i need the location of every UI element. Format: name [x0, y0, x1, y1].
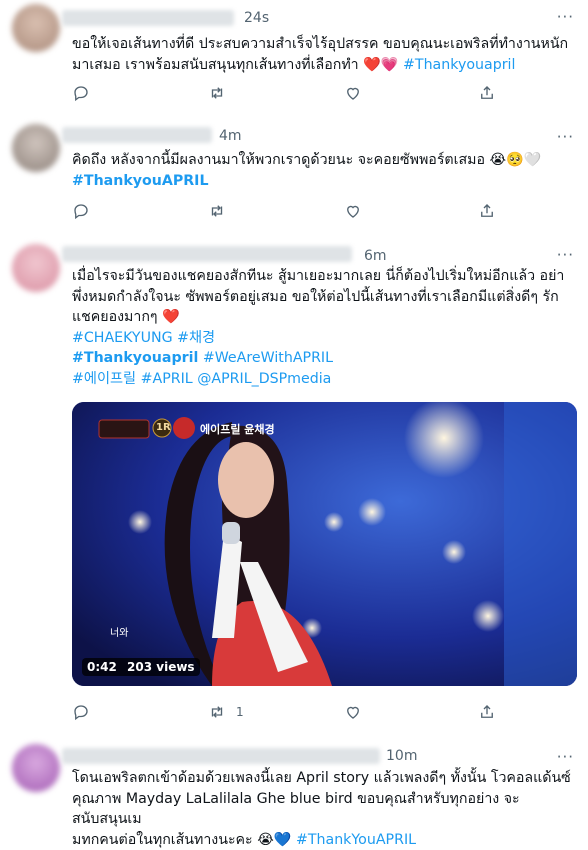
share-button[interactable]: [478, 84, 496, 102]
tweet-3[interactable]: 6m ··· เมื่อไรจะมีวันของแชคยองสักทีนะ สู…: [0, 234, 588, 737]
retweet-icon: [208, 84, 226, 102]
tweet-text-line: คิดถึง หลังจากนี้มีผลงานมาให้พวกเราดูด้ว…: [72, 150, 572, 171]
tweet-actions: 1: [72, 703, 504, 723]
avatar[interactable]: [12, 744, 60, 792]
tweet-text-segment: มาเสมอ เราพร้อมสนับสนุนทุกเส้นทางที่เลือ…: [72, 57, 359, 73]
reply-button[interactable]: [72, 703, 90, 721]
hashtag-link[interactable]: #ThankyouAPRIL: [72, 171, 572, 192]
video-duration: 0:42: [87, 660, 117, 674]
hashtag-link[interactable]: #WeAreWithAPRIL: [198, 350, 333, 366]
tweet-time[interactable]: 6m: [364, 248, 387, 264]
tweet-text-line: มทกคนต่อในทุกเส้นทางนะคะ 😭💙 #ThankYouAPR…: [72, 830, 572, 850]
author-name-blurred[interactable]: [62, 127, 212, 143]
heart-icon: [344, 703, 362, 721]
more-dots-icon[interactable]: ···: [557, 128, 574, 146]
retweet-button[interactable]: [208, 84, 226, 102]
tweet-text-line: โดนเอพริลตกเข้าด้อมด้วยเพลงนี้เลย April …: [72, 768, 572, 789]
tweet-text-line: เมื่อไรจะมีวันของแชคยองสักทีนะ สู้มาเยอะ…: [72, 266, 572, 287]
tweet-text-line: คุณภาพ Mayday LaLalilala Ghe blue bird ข…: [72, 789, 572, 830]
tweet-text-line: แชคยองมากๆ ❤️: [72, 307, 572, 328]
more-dots-icon[interactable]: ···: [557, 8, 574, 26]
emoji-tail: 😭🥺🤍: [490, 152, 542, 168]
tweet-text: ขอให้เจอเส้นทางที่ดี ประสบความสำเร็จไร้อ…: [72, 34, 572, 75]
author-name-blurred[interactable]: [62, 748, 380, 764]
hashtag-link[interactable]: #Thankyouapril: [403, 57, 515, 73]
like-button[interactable]: [344, 703, 362, 721]
avatar[interactable]: [12, 4, 60, 52]
hashtag-link[interactable]: #Thankyouapril: [72, 350, 198, 366]
avatar[interactable]: [12, 124, 60, 172]
reply-button[interactable]: [72, 84, 90, 102]
retweet-button[interactable]: [208, 202, 226, 220]
video-views: 203 views: [127, 660, 195, 674]
author-name-blurred[interactable]: [62, 10, 234, 26]
share-icon: [478, 202, 496, 220]
heart-icon: [344, 202, 362, 220]
hashtag-link[interactable]: #ThankYouAPRIL: [296, 832, 416, 848]
reply-icon: [72, 703, 90, 721]
tweet-text-segment: มทกคนต่อในทุกเส้นทางนะคะ: [72, 832, 253, 848]
share-icon: [478, 703, 496, 721]
tweet-text-segment: คิดถึง หลังจากนี้มีผลงานมาให้พวกเราดูด้ว…: [72, 152, 485, 168]
more-dots-icon[interactable]: ···: [557, 246, 574, 264]
heart-icon: [344, 84, 362, 102]
share-icon: [478, 84, 496, 102]
video-duration-badge: 0:42 203 views: [82, 658, 200, 676]
share-button[interactable]: [478, 202, 496, 220]
tweet-text-segment: แชคยองมากๆ: [72, 309, 158, 325]
emoji-heart: ❤️: [162, 309, 180, 325]
tweet-text: คิดถึง หลังจากนี้มีผลงานมาให้พวกเราดูด้ว…: [72, 150, 572, 191]
tweet-text-line: มาเสมอ เราพร้อมสนับสนุนทุกเส้นทางที่เลือ…: [72, 55, 572, 76]
video-caption: 너와: [110, 624, 128, 639]
video-frame: [72, 402, 577, 686]
tweet-time[interactable]: 4m: [219, 128, 242, 144]
tweet-actions: [72, 84, 504, 104]
retweet-count: 1: [236, 705, 244, 719]
hashtag-line[interactable]: #CHAEKYUNG #채경: [72, 328, 572, 349]
tweet-text-line: พึ่งหมดกำลังใจนะ ซัพพอร์ตอยู่เสมอ ขอให้ต…: [72, 287, 572, 308]
retweet-icon: [208, 703, 226, 721]
tweet-text-line: ขอให้เจอเส้นทางที่ดี ประสบความสำเร็จไร้อ…: [72, 34, 572, 55]
author-name-blurred[interactable]: [62, 246, 352, 262]
like-button[interactable]: [344, 202, 362, 220]
tweet-time[interactable]: 24s: [244, 10, 269, 26]
emoji-tail: 😭💙: [257, 832, 291, 848]
reply-icon: [72, 84, 90, 102]
hashtag-line: #Thankyouapril #WeAreWithAPRIL: [72, 348, 572, 369]
emoji-hearts: ❤️💗: [363, 57, 398, 73]
retweet-button[interactable]: 1: [208, 703, 244, 721]
share-button[interactable]: [478, 703, 496, 721]
retweet-icon: [208, 202, 226, 220]
video-overlay-label: 에이프릴 윤채경: [200, 421, 275, 437]
tweet-text: เมื่อไรจะมีวันของแชคยองสักทีนะ สู้มาเยอะ…: [72, 266, 572, 389]
tweet-time[interactable]: 10m: [386, 748, 417, 764]
avatar[interactable]: [12, 244, 60, 292]
tweet-text: โดนเอพริลตกเข้าด้อมด้วยเพลงนี้เลย April …: [72, 768, 572, 850]
tweet-4[interactable]: 10m ··· โดนเอพริลตกเข้าด้อมด้วยเพลงนี้เล…: [0, 736, 588, 824]
like-button[interactable]: [344, 84, 362, 102]
video-player[interactable]: 1R 에이프릴 윤채경 너와 0:42 203 views: [72, 402, 577, 686]
more-dots-icon[interactable]: ···: [557, 748, 574, 766]
tweet-2[interactable]: 4m ··· คิดถึง หลังจากนี้มีผลงานมาให้พวกเ…: [0, 116, 588, 235]
tweet-1[interactable]: 24s ··· ขอให้เจอเส้นทางที่ดี ประสบความสำ…: [0, 0, 588, 117]
video-round-label: 1R: [156, 422, 171, 433]
reply-icon: [72, 202, 90, 220]
reply-button[interactable]: [72, 202, 90, 220]
tweet-actions: [72, 202, 504, 222]
hashtag-line[interactable]: #에이프릴 #APRIL @APRIL_DSPmedia: [72, 369, 572, 390]
